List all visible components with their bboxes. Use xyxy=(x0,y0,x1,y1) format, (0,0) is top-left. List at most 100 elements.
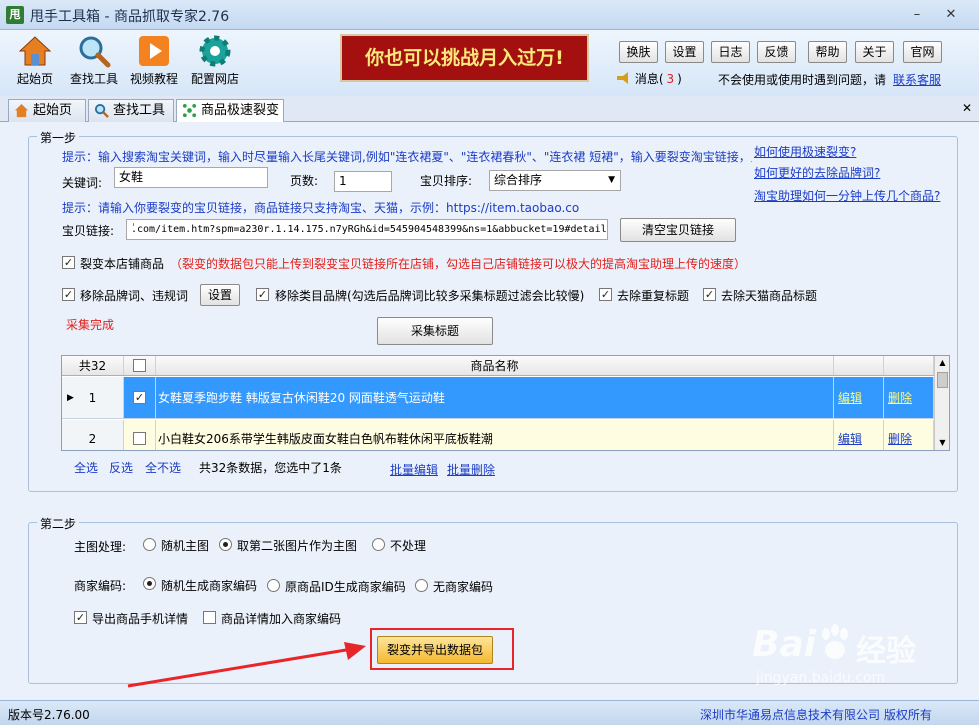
export-mobile-checkbox[interactable]: ✓ xyxy=(74,611,87,624)
code-none-radio[interactable] xyxy=(415,579,428,592)
merchant-code-label: 商家编码: xyxy=(74,579,127,593)
promo-banner[interactable]: 你也可以挑战月入过万! xyxy=(340,34,589,82)
settings-button[interactable]: 设置 xyxy=(665,41,704,63)
about-button[interactable]: 关于 xyxy=(855,41,894,63)
toolbar-home[interactable]: 起始页 xyxy=(3,32,67,94)
keyword-label: 关键词: xyxy=(62,176,103,190)
gear-icon xyxy=(199,35,231,67)
tab-bar: 起始页 查找工具 商品极速裂变 ✕ xyxy=(0,96,979,123)
step2-title: 第二步 xyxy=(37,515,80,532)
row-name: 女鞋夏季跑步鞋 韩版复古休闲鞋20 网面鞋透气运动鞋 xyxy=(156,377,834,418)
help-link-upload-fast[interactable]: 淘宝助理如何一分钟上传几个商品? xyxy=(754,187,940,204)
table-row[interactable]: 2 小白鞋女206系带学生韩版皮面女鞋白色帆布鞋休闲平底板鞋潮 编辑 删除 xyxy=(62,420,934,450)
scroll-down-icon[interactable]: ▼ xyxy=(935,436,949,450)
select-all-link[interactable]: 全选 xyxy=(74,459,98,476)
play-icon xyxy=(139,36,169,66)
skin-button[interactable]: 换肤 xyxy=(619,41,658,63)
own-shop-label: 裂变本店铺商品 xyxy=(80,257,165,271)
export-mobile-label: 导出商品手机详情 xyxy=(92,612,189,626)
clear-link-button[interactable]: 清空宝贝链接 xyxy=(620,218,736,242)
tabbar-close-icon[interactable]: ✕ xyxy=(962,101,972,115)
remove-category-brand-label: 移除类目品牌(勾选后品牌词比较多采集标题过滤会比较慢) xyxy=(275,289,585,303)
delete-col-header xyxy=(884,356,934,375)
help-link-how-to-use[interactable]: 如何使用极速裂变? xyxy=(754,143,856,160)
code-random-radio[interactable] xyxy=(143,577,156,590)
minimize-button[interactable]: – xyxy=(906,6,928,24)
row-edit-link[interactable]: 编辑 xyxy=(834,420,884,450)
dedupe-label: 去除重复标题 xyxy=(617,289,690,303)
detail-code-checkbox[interactable] xyxy=(203,611,216,624)
toolbar-find-tools[interactable]: 查找工具 xyxy=(62,32,126,94)
toolbar-label: 起始页 xyxy=(16,72,53,86)
code-none-label: 无商家编码 xyxy=(433,580,494,594)
sort-select[interactable]: 综合排序 ▼ xyxy=(489,170,621,191)
support-note: 不会使用或使用时遇到问题，请 xyxy=(718,73,887,87)
row-delete-link[interactable]: 删除 xyxy=(884,377,934,418)
feedback-button[interactable]: 反馈 xyxy=(757,41,796,63)
own-shop-note: （裂变的数据包只能上传到裂变宝贝链接所在店铺，勾选自己店铺链接可以极大的提高淘宝… xyxy=(170,257,747,271)
help-link-remove-brand[interactable]: 如何更好的去除品牌词? xyxy=(754,164,880,181)
main-image-none-radio[interactable] xyxy=(372,538,385,551)
tab-quick-split[interactable]: 商品极速裂变 xyxy=(176,99,284,123)
main-image-second-label: 取第二张图片作为主图 xyxy=(237,539,358,553)
toolbar-label: 查找工具 xyxy=(69,72,118,86)
help-button[interactable]: 帮助 xyxy=(808,41,847,63)
home-icon xyxy=(18,36,52,66)
collect-status: 采集完成 xyxy=(66,318,115,332)
table-row[interactable]: ▶ 1 ✓ 女鞋夏季跑步鞋 韩版复古休闲鞋20 网面鞋透气运动鞋 编辑 删除 xyxy=(62,377,934,419)
select-none-link[interactable]: 全不选 xyxy=(145,459,181,476)
grid-scrollbar[interactable]: ▲ ▼ xyxy=(934,356,949,450)
name-header: 商品名称 xyxy=(156,356,834,375)
chevron-down-icon: ▼ xyxy=(608,175,615,185)
tab-start[interactable]: 起始页 xyxy=(8,99,86,122)
code-original-id-label: 原商品ID生成商家编码 xyxy=(285,580,406,594)
batch-edit-link[interactable]: 批量编辑 xyxy=(390,461,438,478)
own-shop-checkbox[interactable]: ✓ xyxy=(62,256,75,269)
tab-label: 商品极速裂变 xyxy=(201,103,280,118)
grid-header: 共32 商品名称 xyxy=(62,356,934,376)
remove-brand-checkbox[interactable]: ✓ xyxy=(62,288,75,301)
website-button[interactable]: 官网 xyxy=(903,41,942,63)
code-original-id-radio[interactable] xyxy=(267,579,280,592)
remove-category-brand-checkbox[interactable]: ✓ xyxy=(256,288,269,301)
messages[interactable]: 消息(3) xyxy=(617,70,682,87)
tab-find-tools[interactable]: 查找工具 xyxy=(88,99,174,122)
main-image-random-radio[interactable] xyxy=(143,538,156,551)
scroll-up-icon[interactable]: ▲ xyxy=(935,356,949,370)
sort-label: 宝贝排序: xyxy=(420,174,473,188)
keyword-input[interactable]: 女鞋 xyxy=(114,167,268,188)
row-checkbox[interactable]: ✓ xyxy=(133,391,146,404)
split-export-button[interactable]: 裂变并导出数据包 xyxy=(377,636,493,664)
watermark-url: jingyan.baidu.com xyxy=(756,670,886,686)
step1-title: 第一步 xyxy=(37,129,80,146)
toolbar-label: 配置网店 xyxy=(190,72,239,86)
messages-count: 3 xyxy=(666,72,675,86)
header-checkbox[interactable] xyxy=(133,359,146,372)
tab-label: 查找工具 xyxy=(113,103,166,118)
scroll-thumb[interactable] xyxy=(937,372,948,388)
watermark-logo: Bai xyxy=(752,624,817,665)
row-delete-link[interactable]: 删除 xyxy=(884,420,934,450)
toolbar-config-shop[interactable]: 配置网店 xyxy=(183,32,247,94)
row-checkbox[interactable] xyxy=(133,432,146,445)
batch-delete-link[interactable]: 批量删除 xyxy=(447,461,495,478)
row-edit-link[interactable]: 编辑 xyxy=(834,377,884,418)
watermark-cn: 经验 xyxy=(856,634,916,669)
main-image-second-radio[interactable] xyxy=(219,538,232,551)
split-icon xyxy=(182,103,197,118)
magnifier-icon xyxy=(79,36,111,68)
invert-selection-link[interactable]: 反选 xyxy=(109,459,133,476)
window-title: 甩手工具箱 - 商品抓取专家2.76 xyxy=(30,9,230,25)
collect-titles-button[interactable]: 采集标题 xyxy=(377,317,493,345)
pages-input[interactable]: 1 xyxy=(334,171,392,192)
close-button[interactable]: ✕ xyxy=(940,6,962,24)
toolbar-video-tutorial[interactable]: 视频教程 xyxy=(122,32,186,94)
log-button[interactable]: 日志 xyxy=(711,41,750,63)
contact-support-link[interactable]: 联系客服 xyxy=(893,71,941,88)
product-link-input[interactable]: ٰ.com/item.htm?spm=a230r.1.14.175.n7yRGh… xyxy=(126,219,608,240)
keyword-hint: 提示：输入搜索淘宝关键词，输入时尽量输入长尾关键词,例如"连衣裙夏"、"连衣裙春… xyxy=(62,150,752,164)
brand-settings-button[interactable]: 设置 xyxy=(200,284,240,306)
dedupe-checkbox[interactable]: ✓ xyxy=(599,288,612,301)
remove-tmall-checkbox[interactable]: ✓ xyxy=(703,288,716,301)
status-bar: 版本号2.76.00 深圳市华通易点信息技术有限公司 版权所有 xyxy=(0,700,979,725)
